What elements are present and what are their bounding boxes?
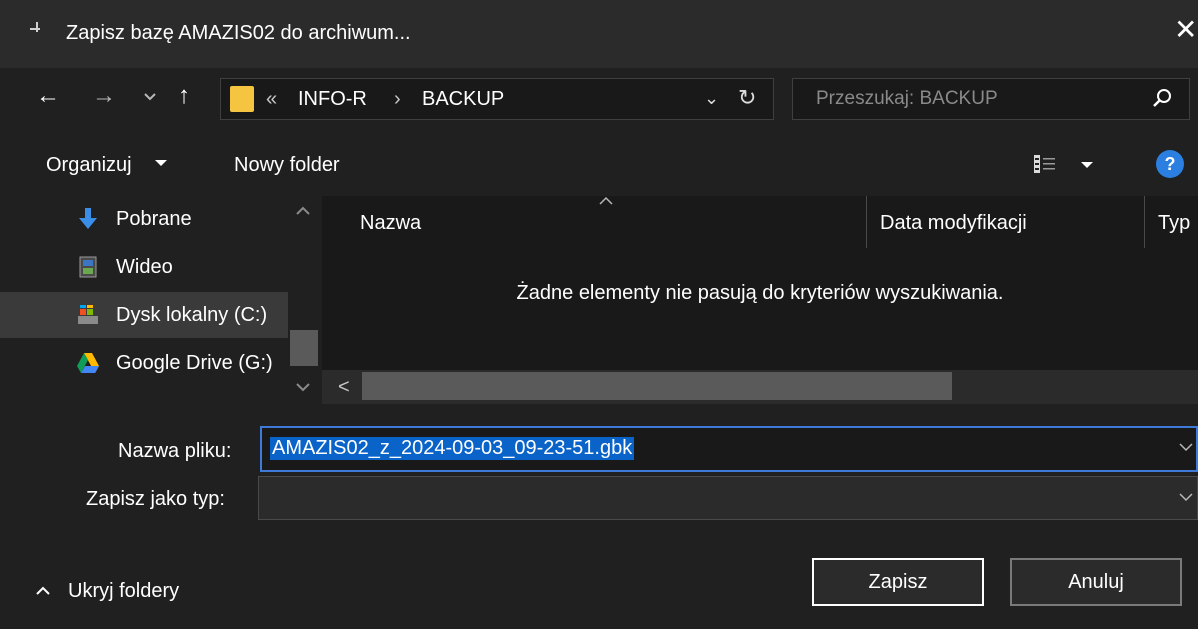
breadcrumb-info-r[interactable]: INFO-R xyxy=(298,88,367,111)
file-name-label: Nazwa pliku: xyxy=(118,440,232,462)
breadcrumb-separator-icon[interactable]: › xyxy=(394,88,401,111)
empty-search-message: Żadne elementy nie pasują do kryteriów w… xyxy=(516,282,1004,304)
nav-item-label: Wideo xyxy=(116,256,173,278)
forward-arrow-icon[interactable]: → xyxy=(92,84,116,108)
address-dropdown-icon[interactable]: ⌄ xyxy=(704,88,719,109)
scroll-left-icon[interactable]: < xyxy=(338,376,350,399)
command-toolbar xyxy=(0,132,1198,194)
nav-item-pobrane[interactable]: Pobrane xyxy=(0,196,288,242)
app-icon xyxy=(30,22,40,32)
chevron-up-icon[interactable] xyxy=(36,586,50,596)
scroll-down-icon[interactable] xyxy=(296,382,310,392)
sort-ascending-icon xyxy=(599,196,613,205)
cancel-button[interactable]: Anuluj xyxy=(1010,558,1182,606)
view-dropdown-icon[interactable] xyxy=(1080,160,1094,170)
back-arrow-icon[interactable]: ← xyxy=(36,84,60,108)
nav-item-dysk-lokalny[interactable]: Dysk lokalny (C:) xyxy=(0,292,288,338)
close-icon[interactable]: ✕ xyxy=(1174,16,1197,44)
save-type-label: Zapisz jako typ: xyxy=(86,488,225,510)
search-icon[interactable] xyxy=(1150,86,1174,110)
new-folder-button[interactable]: Nowy folder xyxy=(234,154,340,177)
column-header-date-modified[interactable]: Data modyfikacji xyxy=(880,212,1027,235)
local-disk-icon xyxy=(78,305,98,324)
organize-menu-button[interactable]: Organizuj xyxy=(46,154,132,177)
column-divider[interactable] xyxy=(1144,196,1145,248)
save-type-dropdown-icon[interactable] xyxy=(1178,492,1194,502)
scrollbar-thumb[interactable] xyxy=(290,330,318,366)
google-drive-icon xyxy=(77,353,99,373)
breadcrumb-overflow[interactable]: « xyxy=(266,88,277,111)
hide-folders-button[interactable]: Ukryj foldery xyxy=(68,580,179,603)
column-header-type[interactable]: Typ xyxy=(1158,212,1198,235)
window-title: Zapisz bazę AMAZIS02 do archiwum... xyxy=(66,22,411,44)
file-name-dropdown-icon[interactable] xyxy=(1178,442,1194,452)
scroll-up-icon[interactable] xyxy=(296,206,310,216)
video-icon xyxy=(79,256,97,278)
view-options-icon[interactable] xyxy=(1032,152,1064,176)
column-header-name[interactable]: Nazwa xyxy=(360,212,421,235)
download-icon xyxy=(79,208,97,229)
save-type-select[interactable] xyxy=(258,476,1198,520)
nav-item-label: Dysk lokalny (C:) xyxy=(116,304,268,326)
folder-icon xyxy=(230,86,254,112)
chevron-down-icon[interactable] xyxy=(154,158,168,168)
refresh-icon[interactable]: ↻ xyxy=(738,85,756,111)
recent-locations-chevron-icon[interactable] xyxy=(144,92,156,102)
nav-item-wideo[interactable]: Wideo xyxy=(0,244,288,290)
nav-item-label: Pobrane xyxy=(116,208,192,230)
help-icon[interactable]: ? xyxy=(1156,150,1184,178)
up-arrow-icon[interactable]: ↑ xyxy=(178,84,190,108)
nav-item-google-drive[interactable]: Google Drive (G:) xyxy=(0,340,288,386)
breadcrumb-backup[interactable]: BACKUP xyxy=(422,88,504,111)
file-name-value[interactable]: AMAZIS02_z_2024-09-03_09-23-51.gbk xyxy=(270,437,635,460)
save-button[interactable]: Zapisz xyxy=(812,558,984,606)
column-divider[interactable] xyxy=(866,196,867,248)
horizontal-scrollbar-thumb[interactable] xyxy=(362,372,952,400)
search-placeholder: Przeszukaj: BACKUP xyxy=(816,88,998,109)
nav-item-label: Google Drive (G:) xyxy=(116,352,273,374)
nav-pane-scrollbar[interactable] xyxy=(288,196,320,404)
